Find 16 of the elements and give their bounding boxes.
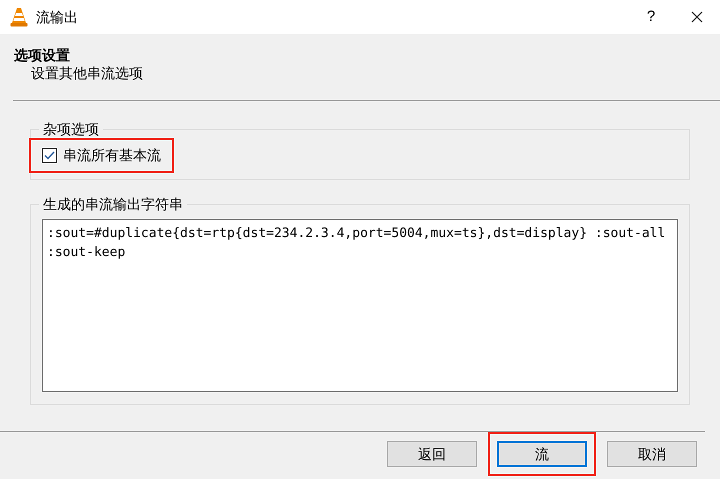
checkbox-row[interactable]: 串流所有基本流 — [42, 145, 161, 166]
dialog-button[interactable]: 返回 — [387, 441, 477, 467]
traffic-cone-icon — [10, 7, 28, 27]
close-icon — [691, 11, 703, 23]
dialog-button[interactable]: 流 — [497, 441, 587, 467]
help-button[interactable]: ? — [628, 0, 674, 34]
checkmark-icon — [44, 151, 55, 160]
window-title: 流输出 — [36, 8, 78, 26]
checkbox-label: 串流所有基本流 — [63, 146, 161, 165]
output-text-area[interactable]: :sout=#duplicate{dst=rtp{dst=234.2.3.4,port=5004,mux=ts},dst=display} :sout-all :sout-keep — [42, 219, 678, 392]
section-subtitle: 设置其他串流选项 — [31, 64, 144, 82]
checkbox[interactable] — [42, 148, 57, 163]
dialog-button[interactable]: 取消 — [607, 441, 697, 467]
section-title: 选项设置 — [14, 46, 71, 64]
group-title: 生成的串流输出字符串 — [39, 195, 187, 213]
group-title: 杂项选项 — [39, 120, 103, 138]
